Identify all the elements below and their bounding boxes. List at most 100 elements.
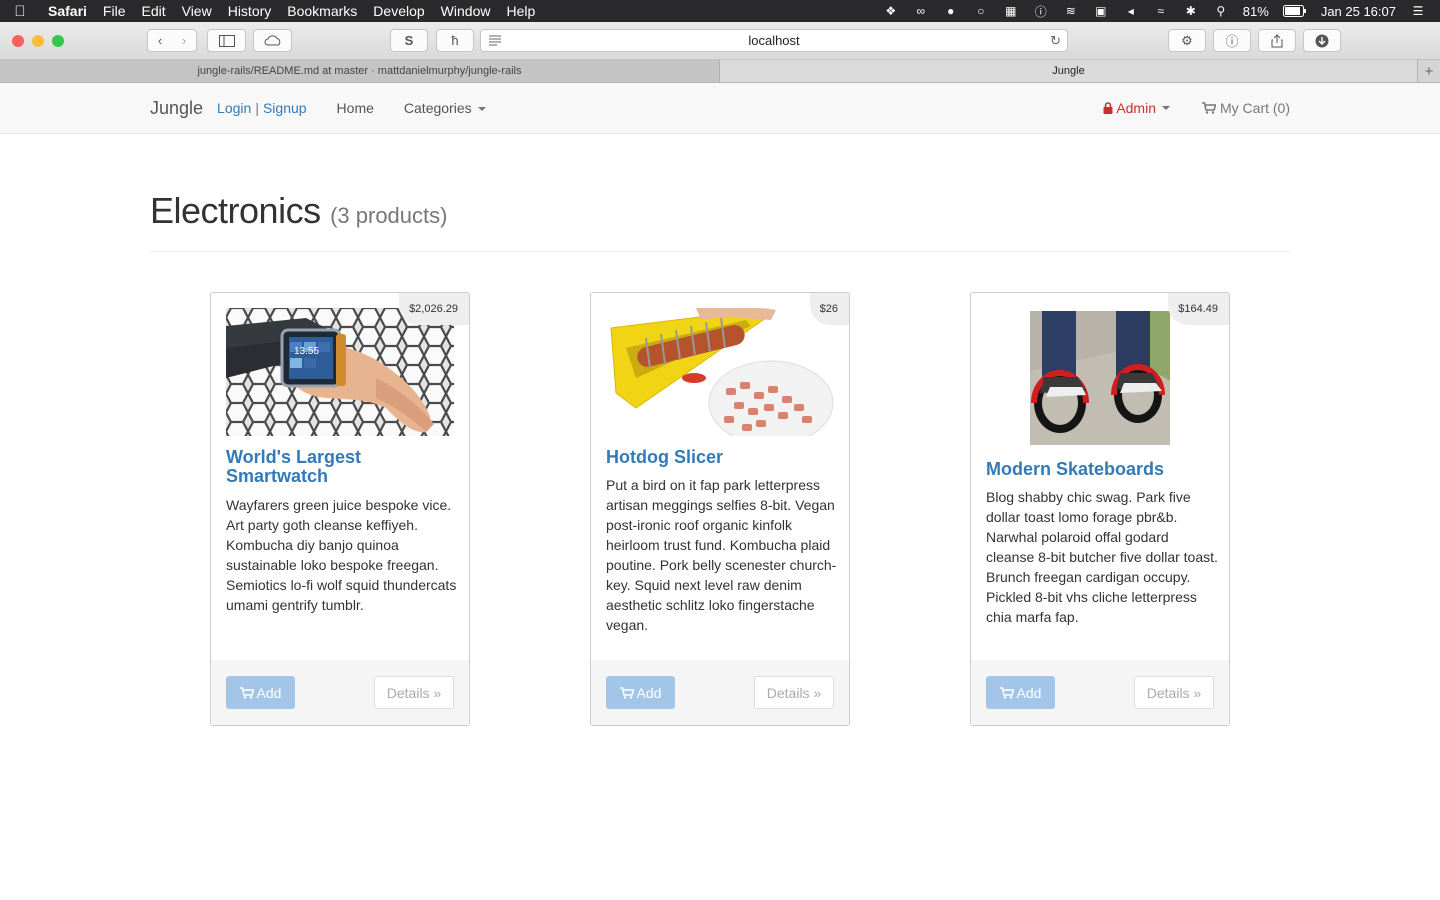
grid-icon[interactable]: ▦ <box>1003 4 1019 18</box>
browser-toolbar: ‹ › S ħ localhost ↻ ⚙ ⓘ <box>0 22 1440 60</box>
cloud-icon <box>264 35 280 46</box>
minimize-window-icon[interactable] <box>32 35 44 47</box>
caret-down-icon <box>1162 106 1170 110</box>
menu-bookmarks[interactable]: Bookmarks <box>279 3 365 19</box>
product-name[interactable]: Hotdog Slicer <box>606 448 834 467</box>
tab-jungle[interactable]: Jungle <box>720 60 1418 82</box>
add-label: Add <box>636 684 662 701</box>
menu-view[interactable]: View <box>174 3 220 19</box>
product-card: 13:55 $2,026.29 World's Largest Smartwat… <box>210 292 470 726</box>
menu-help[interactable]: Help <box>498 3 543 19</box>
details-button[interactable]: Details » <box>374 676 454 709</box>
back-icon[interactable]: ‹ <box>148 33 172 48</box>
lock-icon <box>1103 102 1113 114</box>
menu-file[interactable]: File <box>95 3 134 19</box>
admin-label: Admin <box>1116 100 1156 116</box>
evernote-icon[interactable]: ● <box>943 4 959 18</box>
zoom-window-icon[interactable] <box>52 35 64 47</box>
creative-cloud-icon[interactable]: ∞ <box>913 4 929 18</box>
share-button[interactable] <box>1258 29 1296 52</box>
product-count: (3 products) <box>330 203 448 228</box>
airplay-icon[interactable]: ▣ <box>1093 4 1109 18</box>
menu-window[interactable]: Window <box>433 3 499 19</box>
menu-history[interactable]: History <box>220 3 280 19</box>
product-image-skateboards[interactable] <box>1030 311 1170 445</box>
downloads-button[interactable] <box>1303 29 1341 52</box>
admin-dropdown[interactable]: Admin <box>1103 100 1170 116</box>
close-window-icon[interactable] <box>12 35 24 47</box>
add-label: Add <box>1016 684 1042 701</box>
shopping-cart-icon <box>619 686 634 699</box>
reader-icon[interactable] <box>489 35 501 46</box>
address-bar[interactable]: localhost ↻ <box>480 29 1068 52</box>
category-name: Electronics <box>150 190 321 231</box>
login-link[interactable]: Login <box>217 100 251 116</box>
menu-safari[interactable]: Safari <box>40 3 95 19</box>
add-to-cart-button[interactable]: Add <box>986 676 1055 709</box>
volume-icon[interactable]: ◂ <box>1123 4 1139 18</box>
back-forward-buttons: ‹ › <box>147 29 197 52</box>
product-description: Put a bird on it fap park letterpress ar… <box>606 477 837 633</box>
product-name[interactable]: Modern Skateboards <box>986 460 1214 479</box>
bluetooth-icon[interactable]: ✱ <box>1183 4 1199 18</box>
dropbox-icon[interactable]: ❖ <box>883 4 899 18</box>
tab-bar: jungle-rails/README.md at master · mattd… <box>0 60 1440 83</box>
info-circle-icon: ⓘ <box>1225 34 1239 49</box>
shopping-cart-icon <box>239 686 254 699</box>
card-footer: Add Details » <box>971 660 1229 725</box>
page-title: Electronics (3 products) <box>150 190 1290 232</box>
macos-menu-bar:  Safari File Edit View History Bookmark… <box>0 0 1440 22</box>
product-image-hotdog-slicer[interactable] <box>606 308 834 436</box>
watch-time: 13:55 <box>294 346 319 357</box>
clock[interactable]: Jan 25 16:07 <box>1321 4 1396 19</box>
categories-dropdown[interactable]: Categories <box>404 100 486 116</box>
battery-percent: 81% <box>1242 3 1269 19</box>
url-text: localhost <box>748 33 800 48</box>
forward-icon[interactable]: › <box>172 33 196 48</box>
categories-label: Categories <box>403 100 472 116</box>
signup-link[interactable]: Signup <box>263 100 307 116</box>
product-card: $26 Hotdog Slicer Put a bird on it fap p… <box>590 292 850 726</box>
card-footer: Add Details » <box>211 660 469 725</box>
product-image-smartwatch[interactable]: 13:55 <box>226 308 454 436</box>
details-button[interactable]: Details » <box>754 676 834 709</box>
spotlight-search-icon[interactable]: ⚲ <box>1213 4 1229 18</box>
s-extension-icon: S <box>404 33 414 48</box>
extension-s-button[interactable]: S <box>390 29 428 52</box>
info-button[interactable]: ⓘ <box>1213 29 1251 52</box>
rss-icon[interactable]: ≋ <box>1063 4 1079 18</box>
price-badge: $164.49 <box>1168 293 1229 325</box>
notification-center-icon[interactable]: ☰ <box>1410 4 1426 18</box>
reload-icon[interactable]: ↻ <box>1050 33 1061 49</box>
extension-h-button[interactable]: ħ <box>436 29 474 52</box>
add-to-cart-button[interactable]: Add <box>226 676 295 709</box>
sidebar-toggle-button[interactable] <box>207 29 246 52</box>
tab-label: Jungle <box>1052 65 1085 77</box>
settings-button[interactable]: ⚙ <box>1168 29 1206 52</box>
details-button[interactable]: Details » <box>1134 676 1214 709</box>
new-tab-button[interactable]: + <box>1418 60 1440 82</box>
tab-github-readme[interactable]: jungle-rails/README.md at master · mattd… <box>0 60 720 82</box>
product-description: Wayfarers green juice bespoke vice. Art … <box>226 497 457 613</box>
add-label: Add <box>256 684 282 701</box>
share-icon <box>1271 33 1283 47</box>
menu-develop[interactable]: Develop <box>365 3 432 19</box>
price-badge: $2,026.29 <box>399 293 469 325</box>
circle-icon[interactable]: ○ <box>973 4 989 18</box>
caret-down-icon <box>477 107 486 112</box>
apple-icon[interactable]:  <box>0 3 40 20</box>
product-name[interactable]: World's Largest Smartwatch <box>226 448 454 486</box>
wifi-icon[interactable]: ≈ <box>1153 4 1169 18</box>
add-to-cart-button[interactable]: Add <box>606 676 675 709</box>
shopping-cart-icon <box>999 686 1014 699</box>
card-footer: Add Details » <box>591 660 849 725</box>
icloud-tabs-button[interactable] <box>253 29 292 52</box>
my-cart-link[interactable]: My Cart (0) <box>1202 100 1290 116</box>
battery-icon[interactable] <box>1282 5 1307 17</box>
brand-logo[interactable]: Jungle <box>150 98 203 119</box>
menu-edit[interactable]: Edit <box>133 3 173 19</box>
home-link[interactable]: Home <box>337 100 374 116</box>
info-icon[interactable]: ⓘ <box>1033 4 1049 19</box>
tab-label: jungle-rails/README.md at master · mattd… <box>197 65 522 77</box>
product-card: $164.49 Modern Skateboards Blog shabby c… <box>970 292 1230 726</box>
